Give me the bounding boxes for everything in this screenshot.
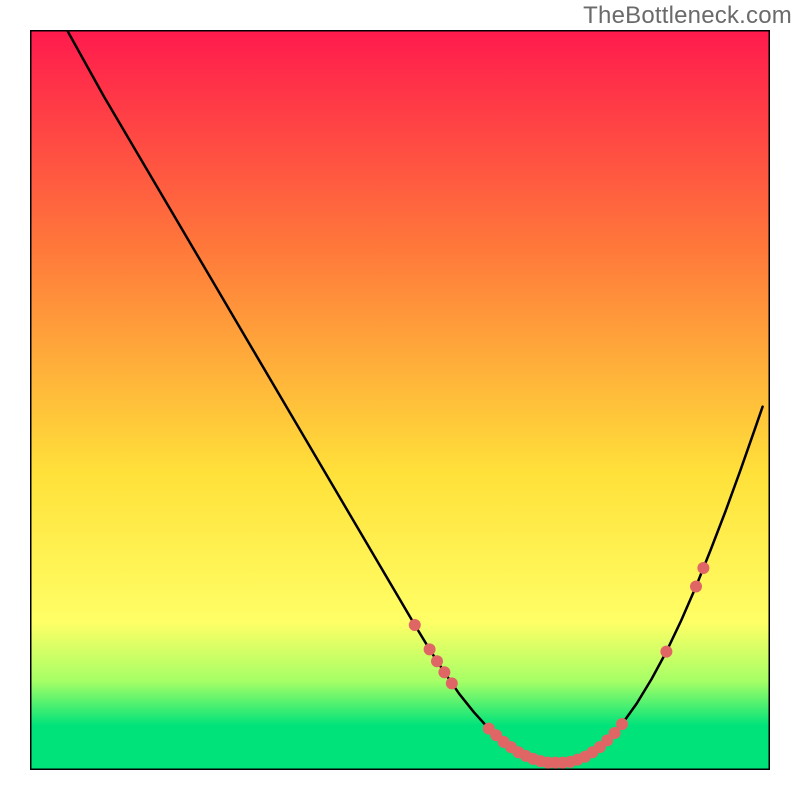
plot-area [30,30,770,770]
data-dot [424,643,436,655]
data-dot [690,581,702,593]
data-dot [438,666,450,678]
data-dot [409,619,421,631]
data-dot [616,718,628,730]
watermark-text: TheBottleneck.com [583,2,792,30]
chart-svg [30,30,770,770]
data-dot [697,562,709,574]
chart-frame: TheBottleneck.com [0,0,800,800]
data-dot [431,655,443,667]
data-dot [446,677,458,689]
gradient-background [30,30,770,770]
data-dot [660,646,672,658]
